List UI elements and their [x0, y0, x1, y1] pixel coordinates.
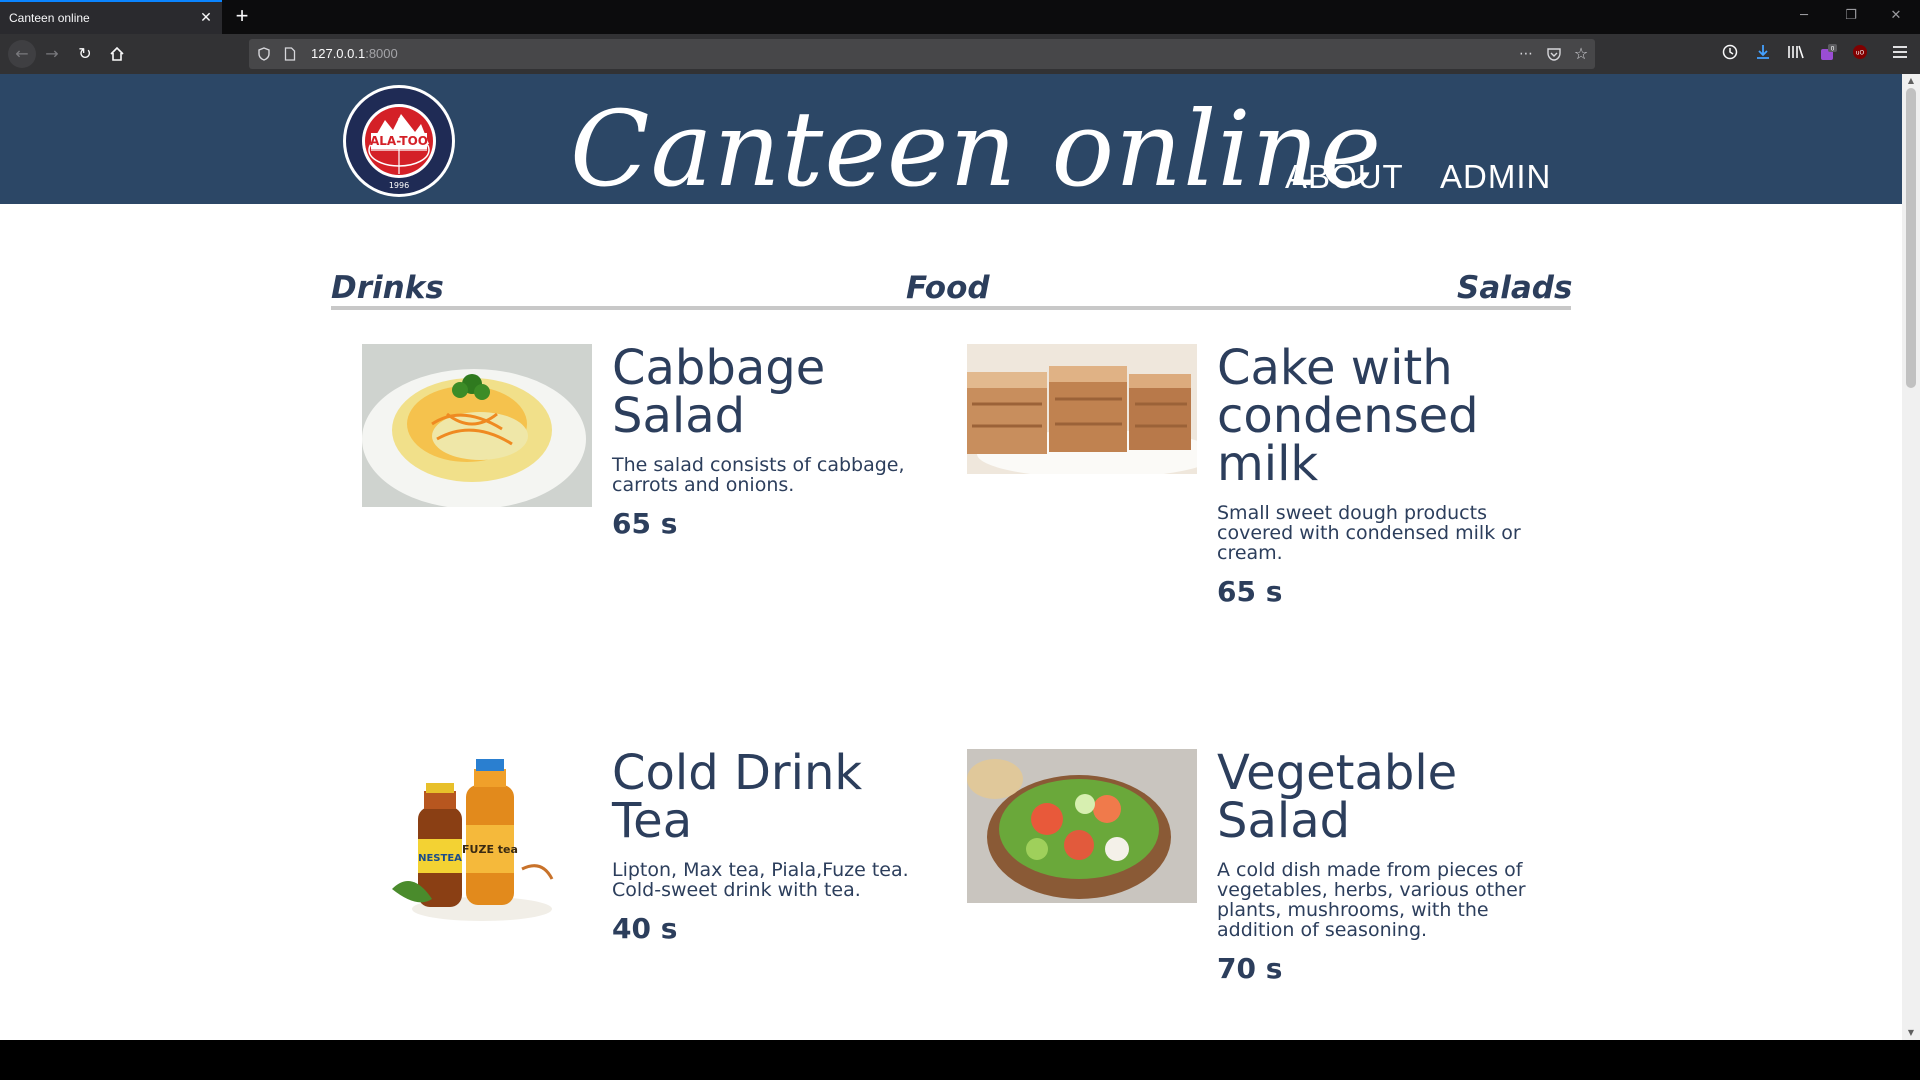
item-description: Lipton, Max tea, Piala,Fuze tea. Cold-sw… [612, 859, 909, 901]
tab-salads[interactable]: Salads [1457, 270, 1572, 306]
page-actions-icon[interactable]: ⋯ [1517, 45, 1535, 63]
item-title: Cake with condensed milk [1217, 340, 1479, 492]
url-host: 127.0.0.1 [311, 46, 366, 61]
svg-text:0: 0 [1831, 46, 1835, 53]
item-price: 40 s [612, 912, 678, 945]
page-scrollbar[interactable]: ▲ ▼ [1902, 74, 1920, 1040]
about-link[interactable]: ABOUT [1285, 158, 1404, 196]
extension-icon[interactable]: 0 [1818, 44, 1838, 64]
reload-icon[interactable]: ↻ [73, 42, 97, 66]
url-port: :8000 [365, 46, 398, 61]
home-icon[interactable] [105, 42, 129, 66]
tab-food[interactable]: Food [906, 270, 990, 306]
tab-drinks[interactable]: Drinks [331, 270, 444, 306]
item-price: 70 s [1217, 952, 1283, 985]
page-info-icon[interactable] [281, 45, 299, 63]
item-title: Cold Drink Tea [612, 745, 863, 849]
taskbar-area [0, 1040, 1920, 1080]
bottle-label: NESTEA [418, 853, 462, 864]
item-description: Small sweet dough products covered with … [1217, 502, 1521, 564]
vegetable-salad-image[interactable] [967, 749, 1197, 903]
logo-year: 1996 [389, 181, 409, 190]
ublock-icon[interactable]: uO [1850, 44, 1870, 64]
admin-link[interactable]: ADMIN [1440, 158, 1551, 196]
history-icon[interactable] [1720, 44, 1740, 64]
item-price: 65 s [1217, 575, 1283, 608]
category-tabs: Drinks Food Salads [331, 270, 1572, 310]
scroll-thumb[interactable] [1906, 88, 1916, 388]
scroll-down-icon[interactable]: ▼ [1906, 1028, 1916, 1038]
minimize-icon[interactable]: ─ [1794, 6, 1814, 26]
scroll-up-icon[interactable]: ▲ [1906, 76, 1916, 86]
pocket-icon[interactable] [1545, 45, 1563, 63]
item-price: 65 s [612, 507, 678, 540]
item-title: Cabbage Salad [612, 340, 826, 444]
browser-tab-bar: Canteen online ✕ + ─ ❐ ✕ [0, 0, 1920, 34]
shield-icon[interactable] [255, 45, 273, 63]
url-text: 127.0.0.1:8000 [311, 46, 398, 61]
menu-icon[interactable] [1890, 44, 1910, 64]
site-brand[interactable]: Canteen online [570, 74, 1382, 224]
library-icon[interactable] [1786, 44, 1806, 64]
svg-text:uO: uO [1856, 50, 1865, 57]
forward-icon[interactable]: → [40, 42, 64, 66]
restore-icon[interactable]: ❐ [1841, 6, 1861, 26]
new-tab-icon[interactable]: + [231, 5, 253, 27]
back-icon[interactable]: ← [8, 40, 36, 68]
site-header: ALA-TOO 1996 Canteen online ABOUT ADMIN [0, 74, 1902, 210]
cake-image[interactable] [967, 344, 1197, 474]
item-description: The salad consists of cabbage, carrots a… [612, 454, 905, 496]
url-bar[interactable]: 127.0.0.1:8000 ⋯ ☆ [249, 39, 1595, 69]
downloads-icon[interactable] [1753, 44, 1773, 64]
item-title: Vegetable Salad [1217, 745, 1458, 849]
logo-center-text: ALA-TOO [370, 134, 428, 148]
tab-title: Canteen online [9, 11, 90, 25]
window-close-icon[interactable]: ✕ [1886, 6, 1906, 26]
bottle-label: FUZE tea [462, 843, 518, 856]
bookmark-star-icon[interactable]: ☆ [1572, 45, 1590, 63]
university-logo[interactable]: ALA-TOO 1996 [341, 84, 457, 198]
page-viewport: ALA-TOO 1996 Canteen online ABOUT ADMIN … [0, 74, 1902, 1040]
browser-toolbar: ← → ↻ 127.0.0.1:8000 ⋯ ☆ 0 uO [0, 34, 1920, 74]
iced-tea-image[interactable]: NESTEA FUZE tea [362, 749, 592, 949]
cabbage-salad-image[interactable] [362, 344, 592, 507]
browser-tab[interactable]: Canteen online ✕ [0, 0, 222, 34]
item-description: A cold dish made from pieces of vegetabl… [1217, 859, 1526, 941]
tab-close-icon[interactable]: ✕ [198, 10, 214, 26]
